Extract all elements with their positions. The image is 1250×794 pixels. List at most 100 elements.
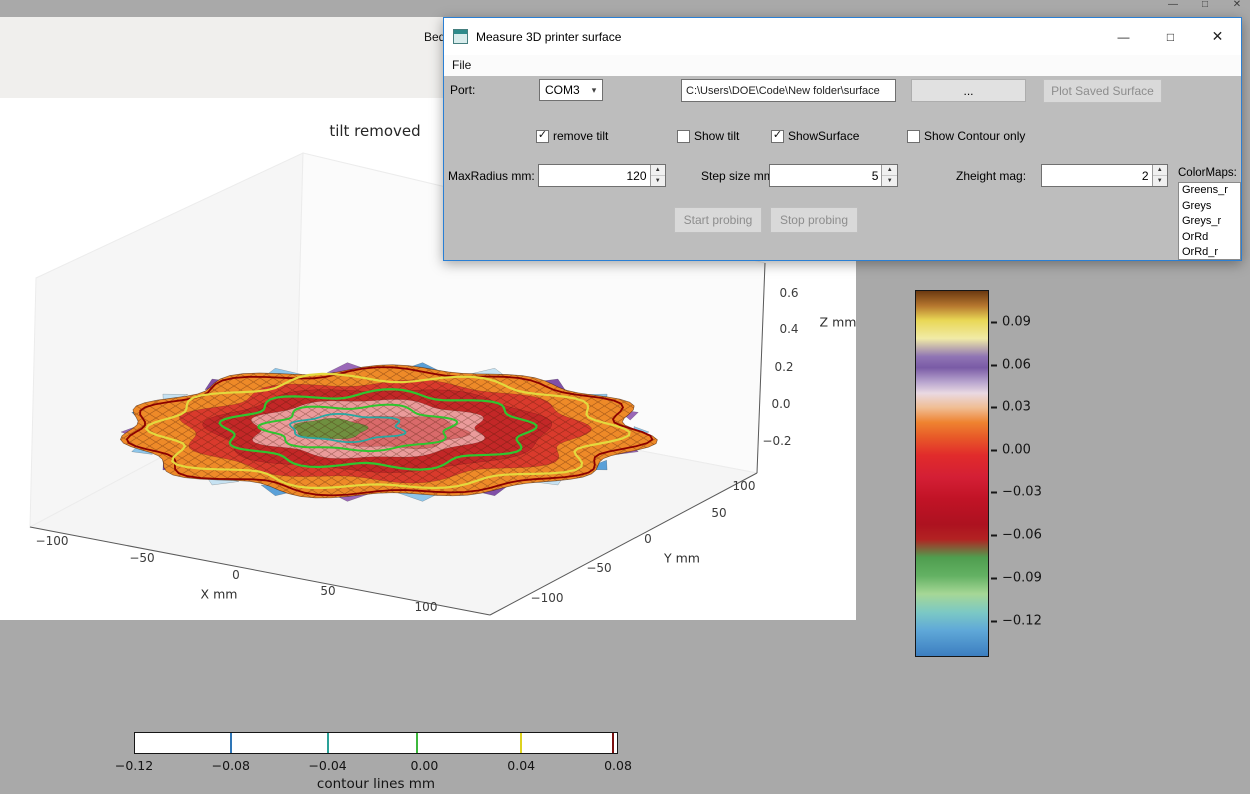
chevron-down-icon: ▾: [586, 85, 602, 96]
tick-mark: [991, 577, 997, 579]
spin-up-button[interactable]: ▲: [1153, 165, 1167, 176]
colorbar-tick: −0.12: [991, 614, 1042, 629]
colorbar-tick-label: 0.03: [1002, 400, 1031, 415]
colormap-item[interactable]: Greys_r: [1179, 214, 1240, 230]
checkbox-box: ✓: [771, 130, 784, 143]
zheight-input[interactable]: [1042, 165, 1152, 186]
contour-tick-label: −0.08: [212, 758, 250, 773]
close-button[interactable]: ✕: [1194, 18, 1241, 55]
minimize-button[interactable]: —: [1100, 18, 1147, 55]
desktop-minimize-icon[interactable]: —: [1166, 0, 1180, 12]
spinner-buttons: ▲ ▼: [650, 165, 666, 186]
colormap-list[interactable]: Greens_rGreysGreys_rOrRdOrRd_r: [1178, 182, 1241, 260]
menu-file[interactable]: File: [444, 55, 479, 75]
contour-tick-label: −0.04: [308, 758, 346, 773]
checkbox-label: ShowSurface: [788, 129, 859, 143]
y-tick-label: 50: [711, 506, 726, 520]
port-value: COM3: [540, 83, 586, 97]
tick-mark: [991, 449, 997, 451]
stepsize-input[interactable]: [770, 165, 881, 186]
x-tick-label: 50: [320, 584, 335, 598]
x-tick-label: 100: [415, 600, 438, 614]
y-tick-label: 100: [733, 479, 756, 493]
menu-bar: File: [444, 55, 1241, 76]
plot-saved-surface-button[interactable]: Plot Saved Surface: [1043, 79, 1162, 103]
colormap-item[interactable]: Greens_r: [1179, 183, 1240, 199]
colorbar-tick-label: −0.06: [1002, 528, 1042, 543]
contour-line: [416, 733, 418, 753]
spin-down-button[interactable]: ▼: [882, 176, 897, 186]
colormaps-label: ColorMaps:: [1178, 167, 1237, 179]
checkbox-showsurface[interactable]: ✓ ShowSurface: [771, 129, 859, 143]
maxradius-input[interactable]: [539, 165, 650, 186]
colorbar-tick-label: −0.09: [1002, 571, 1042, 586]
colorbar-tick-label: 0.09: [1002, 315, 1031, 330]
colorbar-tick-label: −0.12: [1002, 614, 1042, 629]
contour-tick-label: 0.04: [507, 758, 535, 773]
checkbox-remove-tilt[interactable]: ✓ remove tilt: [536, 129, 608, 143]
colorbar: 0.09 0.06 0.03 0.00 −0.03 −0.06 −0.09 −0…: [915, 290, 1055, 657]
colorbar-tick: 0.09: [991, 315, 1031, 330]
colormap-item[interactable]: OrRd: [1179, 230, 1240, 246]
browse-button[interactable]: ...: [911, 79, 1026, 102]
dialog-measure-3d-printer-surface: Measure 3D printer surface — □ ✕ File Po…: [443, 17, 1242, 261]
colormap-item[interactable]: OrRd_r: [1179, 245, 1240, 260]
checkbox-label: remove tilt: [553, 129, 608, 143]
tick-mark: [991, 364, 997, 366]
contour-line: [230, 733, 232, 753]
z-tick-label: −0.2: [762, 434, 791, 448]
dialog-title: Measure 3D printer surface: [476, 30, 621, 44]
spin-up-button[interactable]: ▲: [882, 165, 897, 176]
tick-mark: [991, 406, 997, 408]
y-tick-label: −100: [531, 591, 564, 605]
surface-path-input[interactable]: [681, 79, 896, 102]
contour-line: [520, 733, 522, 753]
stop-probing-button[interactable]: Stop probing: [770, 207, 858, 233]
checkbox-label: Show tilt: [694, 129, 739, 143]
check-icon: ✓: [773, 130, 782, 141]
y-tick-label: −50: [586, 561, 611, 575]
port-select[interactable]: COM3 ▾: [539, 79, 603, 101]
dialog-titlebar[interactable]: Measure 3D printer surface — □ ✕: [444, 18, 1241, 55]
zheight-label: Zheight mag:: [956, 169, 1026, 183]
colorbar-tick-label: 0.00: [1002, 443, 1031, 458]
colormap-item[interactable]: Greys: [1179, 199, 1240, 215]
stepsize-label: Step size mm:: [701, 169, 777, 183]
y-axis-label: Y mm: [664, 551, 700, 566]
colorbar-tick: 0.00: [991, 443, 1031, 458]
plot-title: tilt removed: [329, 122, 420, 140]
colorbar-tick-label: 0.06: [1002, 358, 1031, 373]
checkbox-box: ✓: [677, 130, 690, 143]
colorbar-tick-label: −0.03: [1002, 485, 1042, 500]
checkbox-box: ✓: [907, 130, 920, 143]
checkbox-label: Show Contour only: [924, 129, 1025, 143]
z-tick-label: 0.0: [771, 397, 790, 411]
maximize-button[interactable]: □: [1147, 18, 1194, 55]
z-tick-label: 0.2: [774, 360, 793, 374]
desktop-maximize-icon[interactable]: □: [1198, 0, 1212, 12]
colorbar-tick: −0.03: [991, 485, 1042, 500]
spinner-buttons: ▲ ▼: [881, 165, 897, 186]
spinner-buttons: ▲ ▼: [1152, 165, 1167, 186]
colorbar-tick: 0.03: [991, 400, 1031, 415]
checkbox-show-tilt[interactable]: ✓ Show tilt: [677, 129, 739, 143]
checkbox-show-contour-only[interactable]: ✓ Show Contour only: [907, 129, 1025, 143]
desktop-window-controls: — □ ✕: [1166, 0, 1244, 12]
spin-down-button[interactable]: ▼: [651, 176, 666, 186]
spin-down-button[interactable]: ▼: [1153, 176, 1167, 186]
desktop-close-icon[interactable]: ✕: [1230, 0, 1244, 12]
maxradius-spinner: ▲ ▼: [538, 164, 666, 187]
contour-axis-label: contour lines mm: [317, 776, 435, 792]
contour-colorbar: −0.12 −0.08 −0.04 0.00 0.04 0.08 contour…: [134, 732, 618, 794]
start-probing-button[interactable]: Start probing: [674, 207, 762, 233]
x-tick-label: 0: [232, 568, 240, 582]
contour-tick-label: −0.12: [115, 758, 153, 773]
spin-up-button[interactable]: ▲: [651, 165, 666, 176]
checkbox-box: ✓: [536, 130, 549, 143]
z-axis-label: Z mm: [820, 315, 857, 330]
dialog-body: Port: COM3 ▾ ... Plot Saved Surface ✓ re…: [444, 76, 1241, 260]
dialog-window-controls: — □ ✕: [1100, 18, 1241, 55]
x-tick-label: −100: [36, 534, 69, 548]
contour-line: [612, 733, 614, 753]
tick-mark: [991, 620, 997, 622]
